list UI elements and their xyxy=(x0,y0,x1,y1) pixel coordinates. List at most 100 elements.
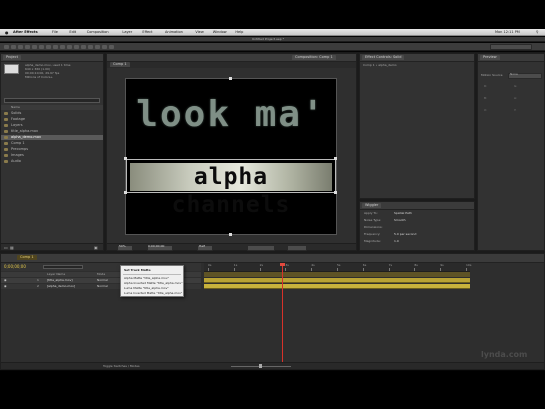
wiggler-value[interactable]: Smooth xyxy=(394,218,406,222)
wiggler-value[interactable]: 5.0 per second xyxy=(394,232,416,236)
view-dropdown[interactable] xyxy=(247,245,275,251)
menu-window[interactable]: Window xyxy=(213,30,227,35)
comp-subtab[interactable]: Comp 1 xyxy=(110,62,130,67)
layer-mode[interactable]: Normal xyxy=(97,284,108,289)
layer-name[interactable]: [title_alpha.mov] xyxy=(47,278,73,283)
project-item[interactable]: Audio xyxy=(1,159,103,164)
toggle-switches-modes[interactable]: Toggle Switches / Modes xyxy=(103,364,140,369)
tab-project[interactable]: Project xyxy=(3,55,21,60)
menu-effect[interactable]: Effect xyxy=(142,30,152,35)
menu-file[interactable]: File xyxy=(52,30,58,35)
column-name[interactable]: Name xyxy=(11,105,20,110)
menu-composition[interactable]: Composition xyxy=(87,30,109,35)
eye-icon[interactable]: ◉ xyxy=(4,278,7,283)
layer-bar-1[interactable] xyxy=(204,278,470,283)
wiggler-value[interactable]: Spatial Path xyxy=(394,211,412,215)
project-item[interactable]: Layers xyxy=(1,123,103,128)
right-panel: Preview Motion Source None R: G: B: A: X: Y: xyxy=(477,53,545,251)
eye-icon[interactable]: ◉ xyxy=(4,284,7,289)
workspace-dropdown[interactable] xyxy=(490,44,532,50)
zoom-value: 50% xyxy=(119,244,126,248)
tool-button-5[interactable] xyxy=(32,45,37,49)
layer-handle-bc[interactable] xyxy=(229,233,232,236)
menu-edit[interactable]: Edit xyxy=(69,30,76,35)
tool-button-16[interactable] xyxy=(109,45,114,49)
footage-icon xyxy=(4,142,8,145)
spotlight-icon[interactable]: ⚲ xyxy=(536,30,539,35)
wiggler-value[interactable]: 1.0 xyxy=(394,239,399,243)
tab-wiggler[interactable]: Wiggler xyxy=(362,203,382,208)
timeline-search-input[interactable] xyxy=(43,265,83,269)
views-dropdown[interactable] xyxy=(287,245,307,251)
track-matte-option[interactable]: Alpha Matte "title_alpha.mov" xyxy=(124,276,180,280)
timeline-timecode[interactable]: 0;00;00;00 xyxy=(4,264,26,269)
ruler-label: 3s xyxy=(285,263,289,267)
menu-layer[interactable]: Layer xyxy=(122,30,132,35)
tab-timeline-comp[interactable]: Comp 1 xyxy=(17,255,37,260)
project-item-label: Audio xyxy=(11,159,21,163)
tab-composition[interactable]: Composition: Comp 1 xyxy=(292,55,336,60)
apple-icon[interactable]: ● xyxy=(5,30,9,35)
tool-button-2[interactable] xyxy=(11,45,16,49)
tool-button-11[interactable] xyxy=(74,45,79,49)
layer-handle-tr[interactable] xyxy=(334,157,337,160)
menu-animation[interactable]: Animation xyxy=(165,30,183,35)
layer-handle-bl[interactable] xyxy=(124,191,127,194)
work-area-bar[interactable] xyxy=(204,272,470,277)
track-matte-option[interactable]: Alpha Inverted Matte "title_alpha.mov" xyxy=(124,281,183,285)
layer-handle-tl[interactable] xyxy=(124,157,127,160)
tool-button-15[interactable] xyxy=(102,45,107,49)
tool-button-9[interactable] xyxy=(60,45,65,49)
new-comp-icon[interactable]: ▦ xyxy=(10,245,14,250)
info-row: B: xyxy=(484,96,488,100)
project-item[interactable]: title_alpha.mov xyxy=(1,129,103,134)
tool-button-6[interactable] xyxy=(39,45,44,49)
tool-button-7[interactable] xyxy=(46,45,51,49)
layer-mode[interactable]: Normal xyxy=(97,278,108,283)
time-ruler[interactable]: 0s 1s 2s 3s 4s 5s 6s 7s 8s 9s 10s xyxy=(204,263,471,272)
project-thumbnail xyxy=(4,64,19,74)
search-input[interactable] xyxy=(4,98,100,103)
track-matte-option[interactable]: Luma Inverted Matte "title_alpha.mov" xyxy=(124,291,182,295)
track-matte-option[interactable]: Set Track Matte xyxy=(124,268,180,272)
track-matte-option[interactable]: Luma Matte "title_alpha.mov" xyxy=(124,286,180,290)
tool-button-4[interactable] xyxy=(25,45,30,49)
zoom-slider-thumb[interactable] xyxy=(259,364,262,368)
tool-button-14[interactable] xyxy=(95,45,100,49)
col-layer-name[interactable]: Layer Name xyxy=(47,272,65,277)
col-mode[interactable]: Mode xyxy=(97,272,105,277)
app-menu[interactable]: After Effects xyxy=(13,30,38,35)
project-item[interactable]: Precomps xyxy=(1,147,103,152)
tool-button-3[interactable] xyxy=(18,45,23,49)
new-folder-icon[interactable]: ▭ xyxy=(4,245,8,250)
menubar-clock[interactable]: Mon 12:11 PM xyxy=(495,30,520,35)
layer-handle-tc[interactable] xyxy=(229,77,232,80)
tool-button-10[interactable] xyxy=(67,45,72,49)
comp-viewer[interactable]: look ma' alpha channels xyxy=(124,77,337,236)
footage-icon xyxy=(4,118,8,121)
project-item[interactable]: Images xyxy=(1,153,103,158)
menu-help[interactable]: Help xyxy=(235,30,243,35)
layer-name[interactable]: [alpha_demo.mov] xyxy=(47,284,75,289)
tool-button-13[interactable] xyxy=(88,45,93,49)
ruler-label: 5s xyxy=(337,263,341,267)
project-item[interactable]: Solids xyxy=(1,111,103,116)
tool-button-1[interactable] xyxy=(4,45,9,49)
menu-view[interactable]: View xyxy=(195,30,203,35)
tab-preview[interactable]: Preview xyxy=(480,55,500,60)
layer-bar-2[interactable] xyxy=(204,284,470,289)
window-titlebar: Untitled Project.aep * xyxy=(0,37,545,42)
tool-button-12[interactable] xyxy=(81,45,86,49)
timeline-panel: Comp 1 0;00;00;00 Layer Name Mode 1 [titl… xyxy=(0,253,545,370)
project-item[interactable]: alpha_demo.mov xyxy=(1,135,103,140)
project-item[interactable]: Footage xyxy=(1,117,103,122)
tool-button-8[interactable] xyxy=(53,45,58,49)
playhead-marker[interactable] xyxy=(280,263,285,266)
tab-effect-controls[interactable]: Effect Controls: Solid xyxy=(362,55,405,60)
playhead[interactable] xyxy=(282,263,283,367)
project-item[interactable]: Comp 1 xyxy=(1,141,103,146)
trash-icon[interactable]: ▣ xyxy=(94,245,98,250)
ruler-tick xyxy=(285,268,287,271)
track-matte-menu: Set Track Matte Alpha Matte "title_alpha.… xyxy=(120,265,184,297)
layer-handle-br[interactable] xyxy=(334,191,337,194)
